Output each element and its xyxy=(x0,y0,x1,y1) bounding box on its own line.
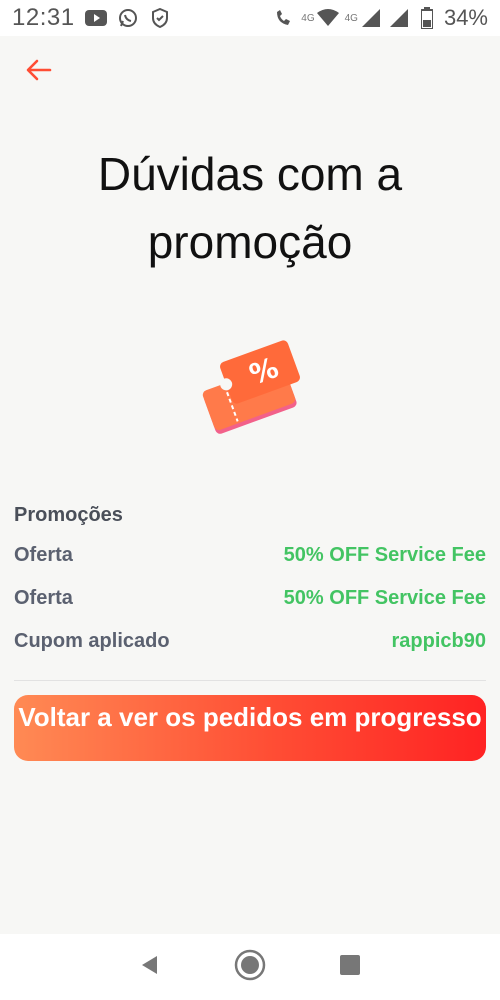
whatsapp-icon xyxy=(117,7,139,29)
promotion-value: 50% OFF Service Fee xyxy=(283,587,486,609)
divider xyxy=(14,680,486,681)
signal-icon xyxy=(360,7,382,29)
promotions-section: Promoções Oferta 50% OFF Service Fee Ofe… xyxy=(14,496,486,663)
status-right: 4G 4G 34% xyxy=(273,5,488,31)
nav-recents-button[interactable] xyxy=(330,947,370,987)
promotions-heading: Promoções xyxy=(14,504,123,526)
signal-icon xyxy=(388,7,410,29)
wifi-icon xyxy=(316,7,339,29)
nav-home-button[interactable] xyxy=(230,947,270,987)
back-to-orders-button[interactable]: Voltar a ver os pedidos em progresso xyxy=(14,695,486,761)
status-left: 12:31 xyxy=(12,4,171,32)
promotion-label: Oferta xyxy=(14,544,73,566)
back-triangle-icon xyxy=(139,954,161,981)
battery-percent: 34% xyxy=(443,5,488,30)
youtube-icon xyxy=(84,7,107,29)
promotion-row: Oferta 50% OFF Service Fee xyxy=(14,534,486,577)
shield-icon xyxy=(149,7,171,29)
battery-icon xyxy=(416,7,438,29)
page-title: Dúvidas com a promoção xyxy=(97,148,403,268)
coupon-label: Cupom aplicado xyxy=(14,630,170,652)
arrow-left-icon xyxy=(26,59,52,86)
navigation-bar xyxy=(0,934,500,1000)
recents-square-icon xyxy=(339,954,361,981)
promotion-row: Oferta 50% OFF Service Fee xyxy=(14,577,486,620)
home-circle-icon xyxy=(234,949,266,986)
network-tag: 4G xyxy=(344,12,358,24)
coupon-code: rappicb90 xyxy=(391,630,486,652)
promotion-value: 50% OFF Service Fee xyxy=(283,544,486,566)
promotion-label: Oferta xyxy=(14,587,73,609)
back-button[interactable] xyxy=(22,58,56,86)
coupon-row: Cupom aplicado rappicb90 xyxy=(14,620,486,663)
network-tag: 4G xyxy=(301,12,315,24)
discount-ticket-icon: % xyxy=(194,332,304,442)
status-bar: 12:31 4G 4G 34% xyxy=(0,0,500,36)
wifi-call-icon xyxy=(273,7,295,29)
nav-back-button[interactable] xyxy=(130,947,170,987)
status-time: 12:31 xyxy=(12,4,75,31)
